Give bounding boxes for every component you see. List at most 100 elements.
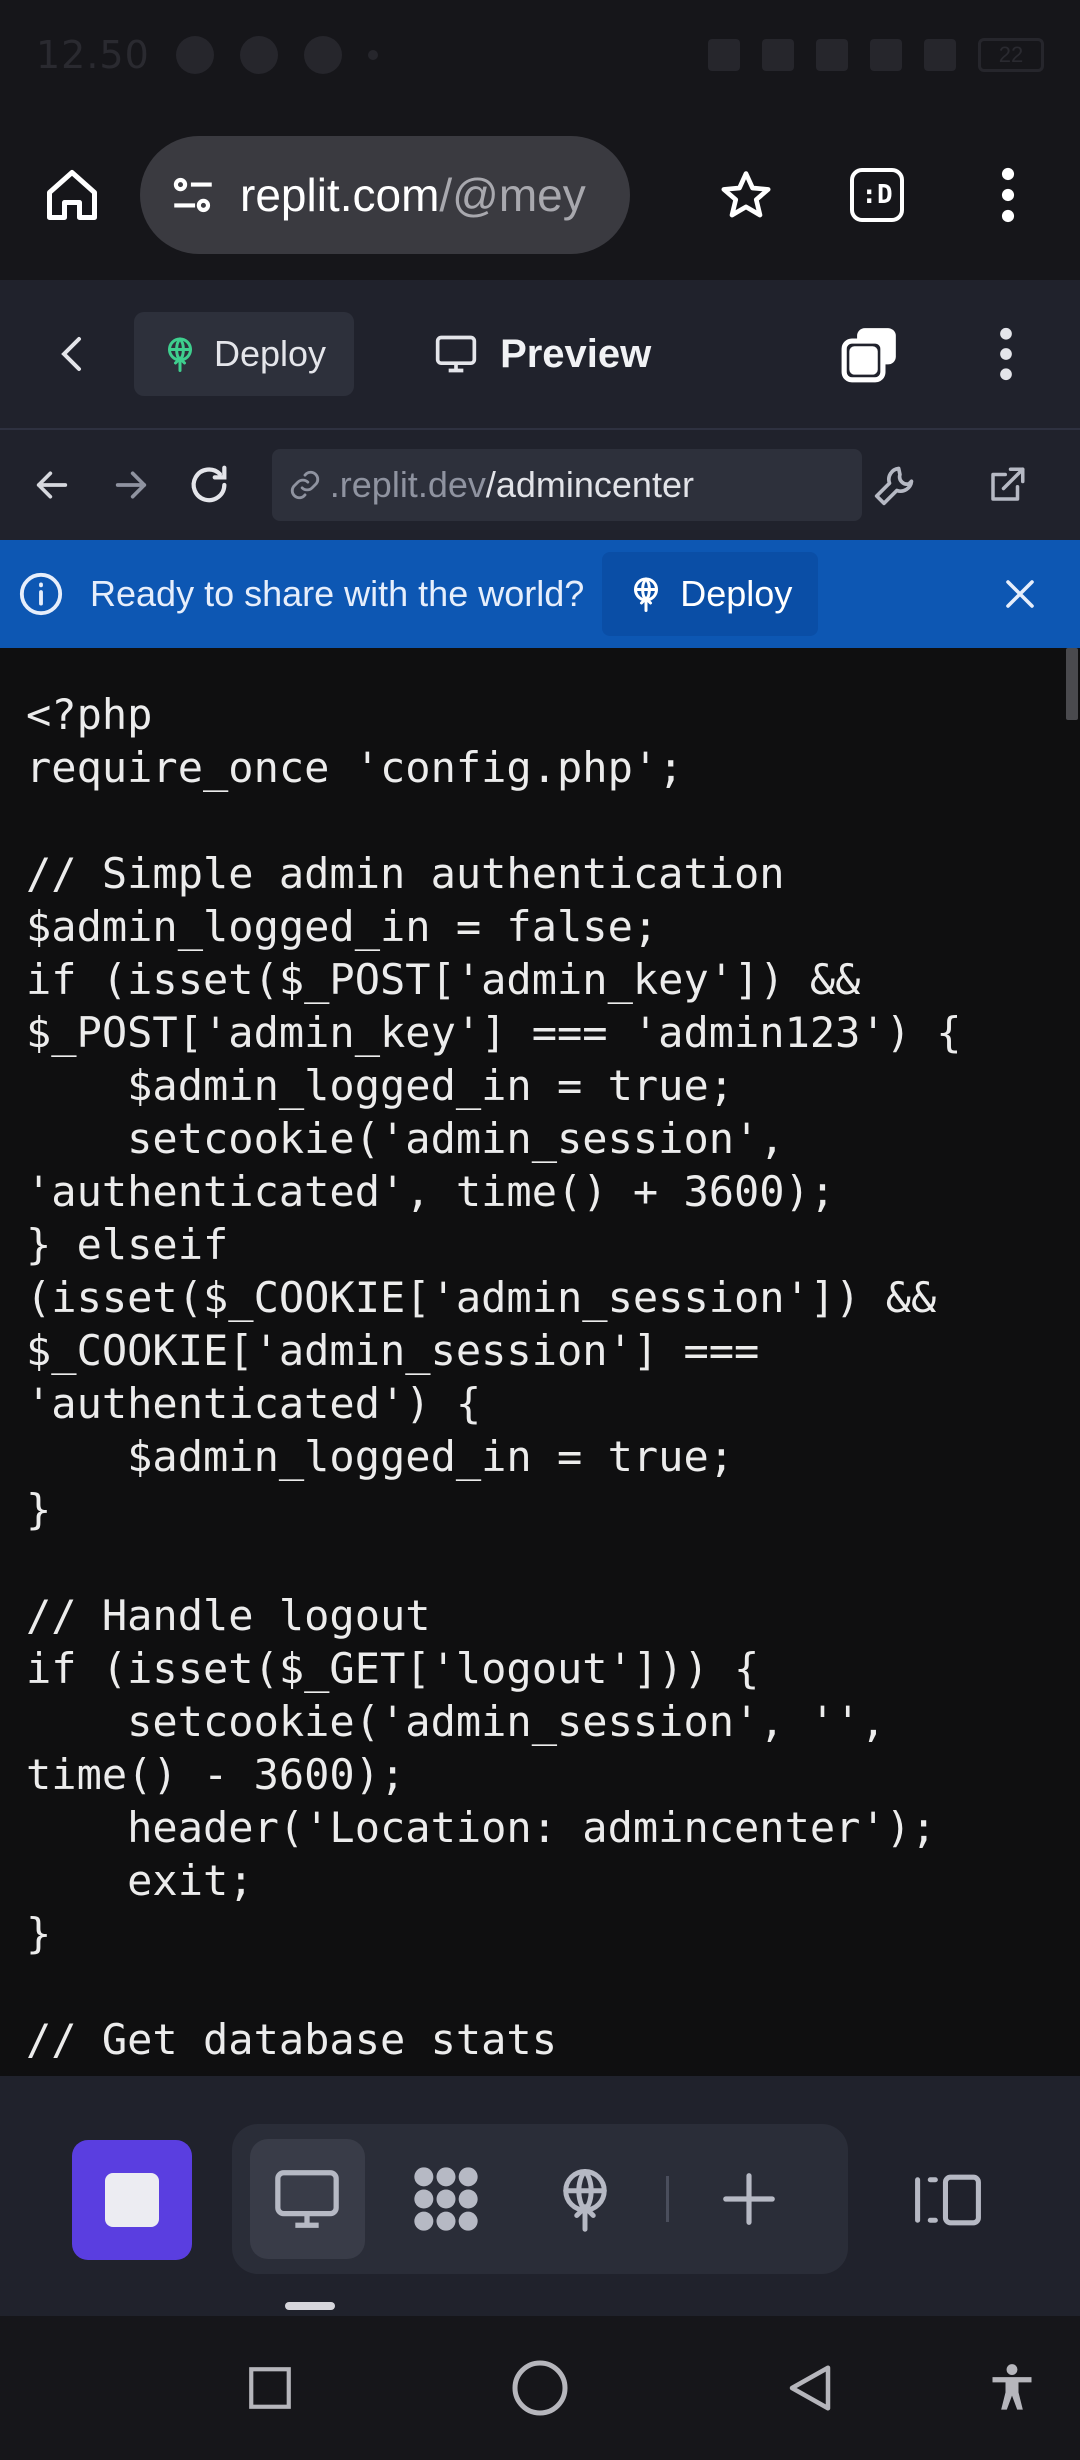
home-icon	[47, 170, 97, 220]
dock-deploy-button[interactable]	[528, 2139, 643, 2259]
browser-toolbar: replit.com/@mey :D	[0, 110, 1080, 280]
accessibility-icon	[992, 2364, 1032, 2410]
code-line: // Simple admin authentication	[26, 849, 785, 898]
facebook-notification-icon	[239, 36, 278, 74]
scrollbar[interactable]	[1066, 648, 1078, 720]
code-line: 'authenticated') {	[26, 1379, 482, 1428]
home-button[interactable]	[34, 157, 110, 233]
dock-divider	[666, 2176, 670, 2222]
arrow-right-icon	[115, 471, 147, 499]
code-line: // Get database stats	[26, 2015, 558, 2064]
apps-icon	[414, 2167, 478, 2231]
pane-menu-button[interactable]	[968, 316, 1044, 392]
webview-address-bar[interactable]: .replit.dev/admincenter	[271, 449, 862, 521]
dock-preview-button[interactable]	[250, 2139, 365, 2259]
info-icon	[19, 572, 63, 616]
bottom-dock	[0, 2076, 1080, 2316]
recents-button[interactable]	[234, 2352, 306, 2424]
banner-deploy-label: Deploy	[680, 573, 793, 614]
copy-window-icon	[841, 328, 896, 383]
home-circle-icon	[512, 2360, 568, 2416]
dock-apps-button[interactable]	[389, 2139, 504, 2259]
dock-tools	[232, 2124, 848, 2274]
code-line: time() - 3600);	[26, 1750, 406, 1799]
code-line: }	[26, 1485, 52, 1534]
code-line: (isset($_COOKIE['admin_session']) &&	[26, 1273, 937, 1322]
code-line: $_POST['admin_key'] === 'admin123') {	[26, 1008, 962, 1057]
deploy-banner: Ready to share with the world? Deploy	[0, 540, 1080, 648]
webview-forward-button[interactable]	[101, 452, 162, 518]
plus-icon	[722, 2173, 775, 2225]
code-line: setcookie('admin_session',	[26, 1114, 785, 1163]
page-content[interactable]: <?php require_once 'config.php'; // Simpl…	[0, 648, 1080, 2076]
globe-upload-icon	[634, 577, 659, 612]
url-bar[interactable]: replit.com/@mey	[140, 136, 630, 254]
status-bar: 12.50 22	[0, 0, 1080, 110]
webview-back-button[interactable]	[22, 452, 83, 518]
address-text: .replit.dev/admincenter	[330, 464, 694, 506]
wrench-icon	[874, 466, 914, 506]
data-icon	[816, 39, 848, 71]
webview-reload-button[interactable]	[179, 452, 240, 518]
banner-deploy-button[interactable]: Deploy	[602, 552, 819, 636]
globe-upload-icon	[168, 337, 192, 372]
battery-icon: 22	[978, 38, 1044, 72]
recents-icon	[249, 2367, 291, 2409]
signal-icon	[870, 39, 902, 71]
tab-preview[interactable]: Preview	[434, 332, 651, 377]
home-nav-button[interactable]	[504, 2352, 576, 2424]
signal-2-icon	[924, 39, 956, 71]
address-path: /admincenter	[485, 464, 694, 505]
replit-toolbar: Deploy Preview	[0, 280, 1080, 430]
banner-close-button[interactable]	[992, 566, 1048, 622]
arrow-left-icon	[37, 471, 68, 499]
globe-upload-icon	[563, 2169, 607, 2232]
devtools-button[interactable]	[862, 452, 928, 518]
dock-panel-toggle-button[interactable]	[900, 2160, 996, 2240]
kebab-icon	[1001, 167, 1015, 223]
hotspot-icon	[762, 39, 794, 71]
deploy-label: Deploy	[214, 333, 327, 374]
webview-navigation: .replit.dev/admincenter	[0, 430, 1080, 540]
close-icon	[1006, 580, 1034, 608]
dock-add-button[interactable]	[691, 2139, 806, 2259]
code-line: $admin_logged_in = false;	[26, 902, 659, 951]
preview-label: Preview	[500, 331, 652, 376]
open-external-button[interactable]	[974, 452, 1040, 518]
tune-icon[interactable]	[168, 170, 218, 220]
code-line: if (isset($_POST['admin_key']) &&	[26, 955, 861, 1004]
drag-handle[interactable]	[285, 2302, 335, 2310]
external-link-icon	[991, 467, 1025, 501]
tab-switcher-button[interactable]: :D	[850, 168, 904, 222]
open-in-new-pane-button[interactable]	[832, 316, 908, 392]
back-triangle-icon	[789, 2365, 831, 2411]
star-icon	[721, 171, 771, 218]
reload-icon	[192, 465, 227, 503]
system-navigation-bar	[0, 2316, 1080, 2460]
monitor-icon	[275, 2170, 340, 2228]
code-line: <?php	[26, 690, 153, 739]
more-notifications-icon	[367, 50, 378, 60]
chevron-left-icon	[61, 337, 81, 371]
code-line: // Handle logout	[26, 1591, 431, 1640]
deploy-button[interactable]: Deploy	[134, 312, 355, 396]
browser-menu-button[interactable]	[970, 157, 1046, 233]
link-icon	[290, 470, 319, 500]
status-time: 12.50	[36, 33, 150, 77]
code-line: if (isset($_GET['logout'])) {	[26, 1644, 760, 1693]
banner-message: Ready to share with the world?	[90, 573, 585, 614]
code-line: 'authenticated', time() + 3600);	[26, 1167, 836, 1216]
back-button[interactable]	[36, 316, 112, 392]
stop-button[interactable]	[72, 2140, 192, 2260]
stop-icon	[105, 2173, 159, 2227]
accessibility-button[interactable]	[976, 2352, 1048, 2424]
panel-icon	[915, 2174, 981, 2226]
bookmark-button[interactable]	[708, 157, 784, 233]
url-text: replit.com/@mey	[240, 168, 586, 222]
code-line: } elseif	[26, 1220, 229, 1269]
tiktok-notification-icon	[175, 36, 214, 74]
source-code: <?php require_once 'config.php'; // Simpl…	[26, 688, 1056, 2066]
back-nav-button[interactable]	[774, 2352, 846, 2424]
